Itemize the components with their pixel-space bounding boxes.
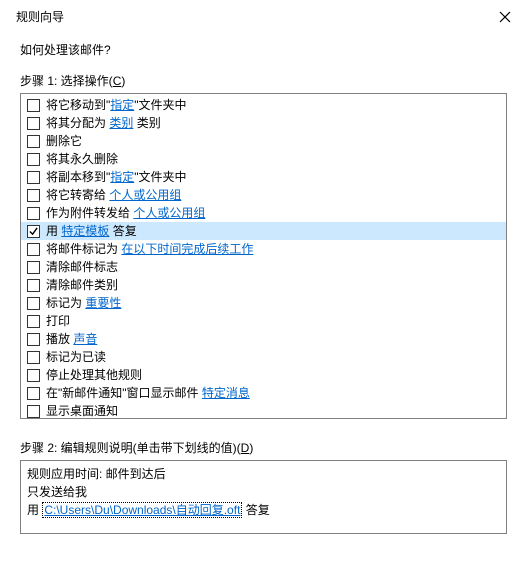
action-row[interactable]: 显示桌面通知 (21, 402, 506, 419)
action-row[interactable]: 删除它 (21, 132, 506, 150)
checkbox[interactable] (27, 117, 40, 130)
action-text: 将它转寄给 个人或公用组 (46, 186, 181, 204)
checkbox[interactable] (27, 315, 40, 328)
checkbox[interactable] (27, 189, 40, 202)
checkbox[interactable] (27, 243, 40, 256)
checkbox[interactable] (27, 207, 40, 220)
action-link[interactable]: 重要性 (85, 296, 121, 310)
action-row[interactable]: 将它转寄给 个人或公用组 (21, 186, 506, 204)
window-title: 规则向导 (16, 8, 64, 25)
actions-list[interactable]: 将它移动到"指定"文件夹中将其分配为 类别 类别删除它将其永久删除将副本移到"指… (20, 93, 507, 419)
action-row[interactable]: 将副本移到"指定"文件夹中 (21, 168, 506, 186)
description-line: 只发送给我 (27, 483, 500, 501)
action-text: 将其永久删除 (46, 150, 118, 168)
checkbox[interactable] (27, 405, 40, 418)
action-link[interactable]: 指定 (110, 98, 134, 112)
action-link[interactable]: 特定模板 (61, 224, 109, 238)
action-link[interactable]: 个人或公用组 (109, 188, 181, 202)
action-row[interactable]: 标记为已读 (21, 348, 506, 366)
action-row[interactable]: 将其永久删除 (21, 150, 506, 168)
action-text: 将其分配为 类别 类别 (46, 114, 161, 132)
action-text: 删除它 (46, 132, 82, 150)
checkbox[interactable] (27, 171, 40, 184)
action-link[interactable]: 类别 (109, 116, 133, 130)
action-text: 打印 (46, 312, 70, 330)
action-link[interactable]: 指定 (110, 170, 134, 184)
action-text: 用 特定模板 答复 (46, 222, 137, 240)
checkbox[interactable] (27, 369, 40, 382)
checkbox[interactable] (27, 297, 40, 310)
action-row[interactable]: 作为附件转发给 个人或公用组 (21, 204, 506, 222)
action-link[interactable]: 在以下时间完成后续工作 (121, 242, 253, 256)
checkbox[interactable] (27, 279, 40, 292)
action-row[interactable]: 标记为 重要性 (21, 294, 506, 312)
checkbox[interactable] (27, 333, 40, 346)
action-text: 将它移动到"指定"文件夹中 (46, 96, 187, 114)
description-line: 规则应用时间: 邮件到达后 (27, 465, 500, 483)
action-text: 标记为 重要性 (46, 294, 121, 312)
description-line: 用 C:\Users\Du\Downloads\自动回复.oft 答复 (27, 501, 500, 519)
action-text: 标记为已读 (46, 348, 106, 366)
action-row[interactable]: 清除邮件标志 (21, 258, 506, 276)
checkbox[interactable] (27, 261, 40, 274)
action-text: 作为附件转发给 个人或公用组 (46, 204, 205, 222)
action-text: 将副本移到"指定"文件夹中 (46, 168, 187, 186)
description-link[interactable]: C:\Users\Du\Downloads\自动回复.oft (42, 502, 242, 518)
prompt-text: 如何处理该邮件? (20, 41, 507, 58)
action-row[interactable]: 打印 (21, 312, 506, 330)
action-text: 显示桌面通知 (46, 402, 118, 419)
checkbox[interactable] (27, 99, 40, 112)
action-row[interactable]: 播放 声音 (21, 330, 506, 348)
checkbox[interactable] (27, 135, 40, 148)
step2-label: 步骤 2: 编辑规则说明(单击带下划线的值)(D) (20, 439, 507, 456)
action-text: 播放 声音 (46, 330, 97, 348)
action-row[interactable]: 在"新邮件通知"窗口显示邮件 特定消息 (21, 384, 506, 402)
action-row[interactable]: 清除邮件类别 (21, 276, 506, 294)
action-link[interactable]: 声音 (73, 332, 97, 346)
action-row[interactable]: 将它移动到"指定"文件夹中 (21, 96, 506, 114)
rule-description: 规则应用时间: 邮件到达后只发送给我用 C:\Users\Du\Download… (20, 460, 507, 534)
action-row[interactable]: 用 特定模板 答复 (21, 222, 506, 240)
action-link[interactable]: 特定消息 (202, 386, 250, 400)
action-row[interactable]: 将邮件标记为 在以下时间完成后续工作 (21, 240, 506, 258)
step1-label: 步骤 1: 选择操作(C) (20, 72, 507, 89)
checkbox[interactable] (27, 153, 40, 166)
checkbox[interactable] (27, 351, 40, 364)
checkbox[interactable] (27, 225, 40, 238)
action-row[interactable]: 停止处理其他规则 (21, 366, 506, 384)
close-icon[interactable] (497, 9, 513, 25)
action-text: 清除邮件类别 (46, 276, 118, 294)
action-text: 在"新邮件通知"窗口显示邮件 特定消息 (46, 384, 250, 402)
checkbox[interactable] (27, 387, 40, 400)
action-text: 停止处理其他规则 (46, 366, 142, 384)
action-text: 清除邮件标志 (46, 258, 118, 276)
action-row[interactable]: 将其分配为 类别 类别 (21, 114, 506, 132)
action-text: 将邮件标记为 在以下时间完成后续工作 (46, 240, 253, 258)
action-link[interactable]: 个人或公用组 (133, 206, 205, 220)
